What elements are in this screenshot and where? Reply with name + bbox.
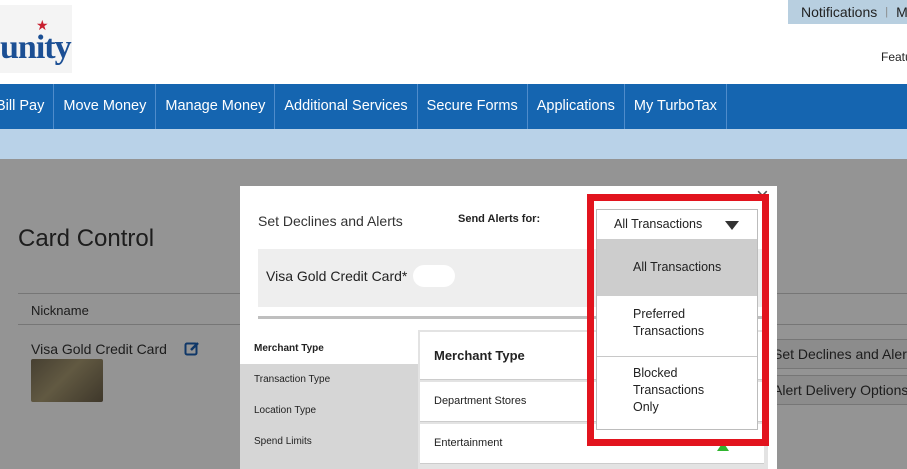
nav-additional-services[interactable]: Additional Services: [275, 84, 418, 129]
nav-manage-money[interactable]: Manage Money: [156, 84, 276, 129]
control-tabs: Merchant Type Transaction Type Location …: [240, 333, 418, 469]
tab-merchant-type[interactable]: Merchant Type: [240, 333, 418, 364]
link-separator: |: [885, 6, 889, 18]
bank-logo[interactable]: ★ unity: [0, 5, 72, 73]
nav-move-money[interactable]: Move Money: [54, 84, 157, 129]
featured-link[interactable]: Featu: [881, 50, 907, 64]
tab-transaction-type[interactable]: Transaction Type: [240, 364, 418, 395]
notifications-link[interactable]: Notifications: [801, 4, 877, 20]
sub-nav-bar: [0, 129, 907, 159]
utility-links: Notifications | My: [788, 0, 907, 24]
card-label: Visa Gold Credit Card*: [266, 268, 408, 284]
main-nav: Bill Pay Move Money Manage Money Additio…: [0, 84, 907, 129]
merchant-label: Department Stores: [434, 395, 527, 407]
nav-bill-pay[interactable]: Bill Pay: [0, 84, 55, 129]
modal-title: Set Declines and Alerts: [258, 213, 403, 229]
card-toggle[interactable]: [413, 265, 455, 287]
send-alerts-label: Send Alerts for:: [458, 213, 541, 225]
merchant-label: Entertainment: [434, 437, 503, 449]
nav-secure-forms[interactable]: Secure Forms: [418, 84, 528, 129]
panel-title: Merchant Type: [434, 348, 525, 363]
nav-my-turbotax[interactable]: My TurboTax: [625, 84, 727, 129]
tab-location-type[interactable]: Location Type: [240, 395, 418, 426]
tab-spend-limits[interactable]: Spend Limits: [240, 426, 418, 457]
my-link[interactable]: My: [896, 4, 907, 20]
page: ★ unity Notifications | My Featu Bill Pa…: [0, 0, 907, 469]
highlight-box: [587, 194, 769, 446]
logo-text: unity: [0, 29, 72, 66]
nav-applications[interactable]: Applications: [528, 84, 625, 129]
